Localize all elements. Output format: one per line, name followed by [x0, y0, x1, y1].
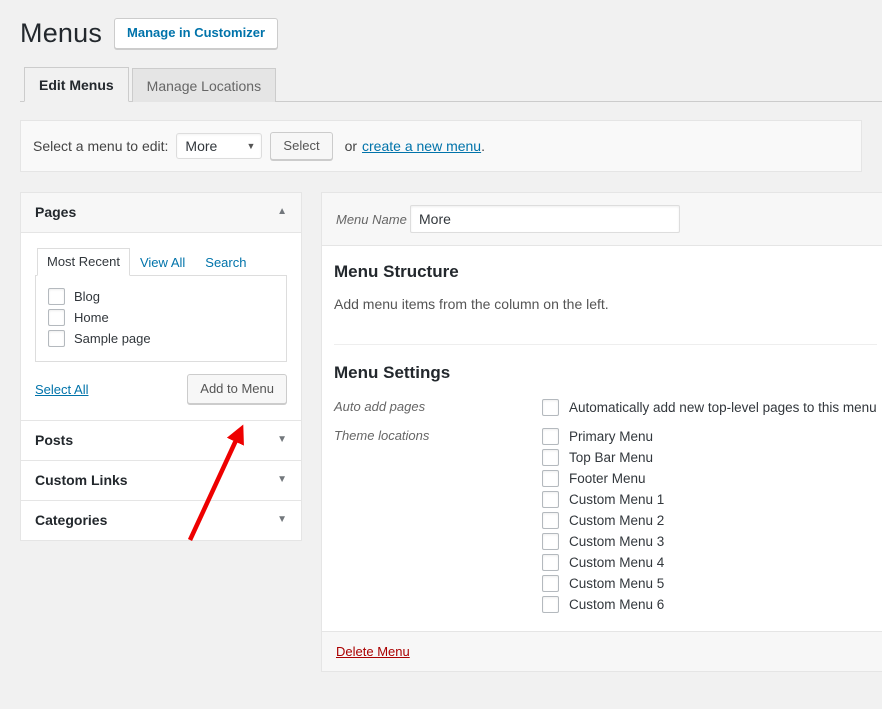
accordion-section-categories: Categories ▼: [21, 500, 301, 541]
manage-in-customizer-button[interactable]: Manage in Customizer: [114, 18, 279, 49]
accordion-title-pages: Pages: [35, 204, 77, 221]
checkbox-custom-menu-4[interactable]: [542, 554, 559, 572]
add-to-menu-button[interactable]: Add to Menu: [187, 374, 287, 405]
theme-location-item[interactable]: Custom Menu 4: [542, 552, 877, 573]
theme-location-label: Custom Menu 6: [569, 597, 665, 613]
chevron-down-icon: ▼: [246, 140, 256, 151]
pages-most-recent-panel: Blog Home Sample page: [35, 276, 287, 363]
page-title: Menus: [20, 18, 103, 48]
checkbox-top-bar-menu[interactable]: [542, 449, 559, 467]
auto-add-pages-options: Automatically add new top-level pages to…: [542, 397, 877, 418]
accordion-header-posts[interactable]: Posts ▼: [21, 421, 301, 461]
theme-location-label: Footer Menu: [569, 471, 646, 487]
chevron-down-icon[interactable]: ▼: [277, 475, 287, 485]
list-item[interactable]: Blog: [48, 286, 274, 307]
checkbox-sample-page[interactable]: [48, 330, 65, 348]
theme-locations-label: Theme locations: [334, 428, 430, 444]
theme-location-label: Custom Menu 5: [569, 576, 665, 592]
left-column: Pages ▲ Most Recent View All Search Blog: [20, 192, 302, 542]
auto-add-pages-row: Auto add pages Automatically add new top…: [334, 397, 877, 418]
checkbox-footer-menu[interactable]: [542, 470, 559, 488]
auto-add-pages-label: Auto add pages: [334, 399, 426, 415]
tab-most-recent[interactable]: Most Recent: [37, 248, 130, 277]
checkbox-blog[interactable]: [48, 288, 65, 306]
theme-locations-row: Theme locations Primary Menu Top Bar Men…: [334, 426, 877, 615]
accordion-header-custom-links[interactable]: Custom Links ▼: [21, 461, 301, 501]
chevron-down-icon[interactable]: ▼: [277, 515, 287, 525]
checkbox-custom-menu-5[interactable]: [542, 575, 559, 593]
checkbox-custom-menu-1[interactable]: [542, 491, 559, 509]
tab-view-all[interactable]: View All: [130, 249, 195, 276]
theme-location-label: Custom Menu 1: [569, 492, 665, 508]
theme-locations-options: Primary Menu Top Bar Menu Footer Menu Cu…: [542, 426, 877, 615]
menu-structure-hint: Add menu items from the column on the le…: [334, 296, 609, 313]
or-text: or: [344, 138, 358, 155]
accordion-section-posts: Posts ▼: [21, 420, 301, 461]
theme-location-item[interactable]: Custom Menu 6: [542, 594, 877, 615]
main-columns: Pages ▲ Most Recent View All Search Blog: [20, 192, 882, 673]
auto-add-pages-option-label: Automatically add new top-level pages to…: [569, 400, 877, 416]
checkbox-auto-add-pages[interactable]: [542, 399, 559, 417]
tab-bar: Edit Menus Manage Locations: [20, 66, 882, 103]
accordion-header-pages[interactable]: Pages ▲: [21, 193, 301, 234]
theme-location-item[interactable]: Primary Menu: [542, 426, 877, 447]
section-divider: [334, 344, 877, 346]
auto-add-pages-option[interactable]: Automatically add new top-level pages to…: [542, 397, 877, 418]
checkbox-custom-menu-3[interactable]: [542, 533, 559, 551]
accordion-header-categories[interactable]: Categories ▼: [21, 501, 301, 541]
select-button[interactable]: Select: [270, 132, 333, 161]
accordion-section-custom-links: Custom Links ▼: [21, 460, 301, 501]
menu-name-bar: Menu Name: [322, 193, 882, 247]
theme-location-item[interactable]: Footer Menu: [542, 468, 877, 489]
tab-manage-locations[interactable]: Manage Locations: [131, 67, 277, 103]
menu-name-input[interactable]: [410, 205, 680, 234]
theme-location-label: Custom Menu 2: [569, 513, 665, 529]
accordion-title-posts: Posts: [35, 432, 74, 449]
menu-structure-section: Menu Structure Add menu items from the c…: [322, 246, 882, 615]
trailing-period: .: [481, 138, 485, 155]
page-header: Menus Manage in Customizer: [0, 0, 882, 51]
list-item-label: Sample page: [74, 331, 151, 347]
checkbox-custom-menu-2[interactable]: [542, 512, 559, 530]
menu-select-value: More: [185, 138, 218, 155]
pages-tab-bar: Most Recent View All Search: [35, 247, 287, 277]
menu-panel-footer: Delete Menu: [322, 631, 882, 672]
list-item-label: Blog: [74, 289, 101, 305]
theme-location-label: Top Bar Menu: [569, 450, 654, 466]
create-new-menu-link[interactable]: create a new menu: [362, 138, 481, 154]
menu-settings-title: Menu Settings: [334, 363, 451, 383]
theme-location-item[interactable]: Custom Menu 2: [542, 510, 877, 531]
menu-sources-accordion: Pages ▲ Most Recent View All Search Blog: [20, 192, 302, 542]
theme-location-item[interactable]: Custom Menu 5: [542, 573, 877, 594]
accordion-section-pages: Pages ▲ Most Recent View All Search Blog: [21, 193, 301, 421]
tab-search[interactable]: Search: [195, 249, 256, 276]
delete-menu-link[interactable]: Delete Menu: [336, 644, 410, 659]
theme-location-item[interactable]: Top Bar Menu: [542, 447, 877, 468]
menu-select-bar: Select a menu to edit: More ▼ Select or …: [20, 120, 862, 173]
list-item[interactable]: Home: [48, 307, 274, 328]
theme-location-label: Custom Menu 3: [569, 534, 665, 550]
tab-edit-menus[interactable]: Edit Menus: [24, 66, 129, 103]
accordion-body-pages: Most Recent View All Search Blog Home Sa…: [21, 233, 301, 421]
menu-select-dropdown[interactable]: More ▼: [176, 133, 263, 160]
theme-location-item[interactable]: Custom Menu 1: [542, 489, 877, 510]
list-item[interactable]: Sample page: [48, 328, 274, 349]
menu-structure-title: Menu Structure: [334, 262, 459, 282]
select-menu-label: Select a menu to edit:: [33, 138, 169, 155]
chevron-down-icon[interactable]: ▼: [277, 435, 287, 445]
checkbox-primary-menu[interactable]: [542, 428, 559, 446]
menu-name-label: Menu Name: [336, 211, 407, 227]
chevron-up-icon[interactable]: ▲: [277, 207, 287, 217]
right-column: Menu Name Menu Structure Add menu items …: [321, 192, 882, 673]
accordion-title-categories: Categories: [35, 512, 108, 529]
theme-location-label: Primary Menu: [569, 429, 654, 445]
select-all-link[interactable]: Select All: [35, 382, 88, 397]
theme-location-item[interactable]: Custom Menu 3: [542, 531, 877, 552]
list-item-label: Home: [74, 310, 109, 326]
checkbox-custom-menu-6[interactable]: [542, 596, 559, 614]
checkbox-home[interactable]: [48, 309, 65, 327]
theme-location-label: Custom Menu 4: [569, 555, 665, 571]
pages-panel-actions: Select All Add to Menu: [35, 374, 287, 405]
accordion-title-custom-links: Custom Links: [35, 472, 128, 489]
